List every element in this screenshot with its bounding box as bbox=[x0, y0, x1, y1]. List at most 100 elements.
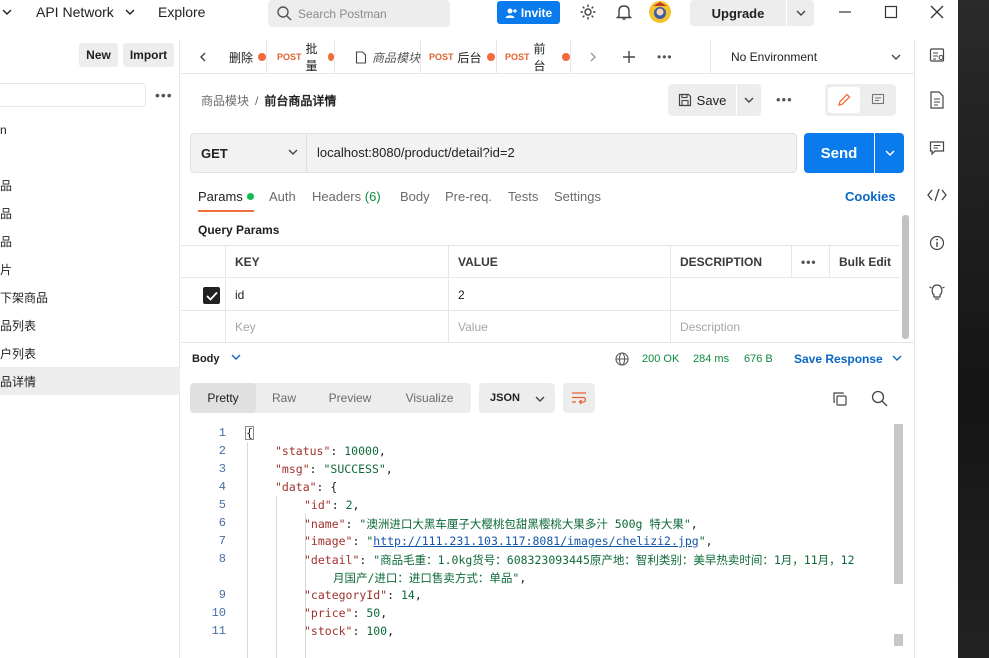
comments-icon[interactable] bbox=[929, 140, 945, 156]
info-icon[interactable] bbox=[929, 235, 945, 251]
edit-mode-button[interactable] bbox=[828, 87, 860, 113]
param-description-cell[interactable] bbox=[670, 279, 900, 311]
format-select[interactable]: JSON bbox=[479, 383, 555, 413]
tab-body[interactable]: Body bbox=[400, 189, 430, 204]
sidebar-item[interactable]: 品列表 bbox=[0, 311, 180, 339]
cookies-link[interactable]: Cookies bbox=[845, 189, 896, 204]
json-colon: : bbox=[352, 606, 367, 620]
upgrade-dropdown[interactable] bbox=[787, 0, 814, 26]
sidebar-item[interactable]: 片 bbox=[0, 255, 180, 283]
tab-params[interactable]: Params bbox=[198, 189, 254, 204]
unsaved-dot bbox=[486, 53, 495, 61]
code-icon[interactable] bbox=[927, 188, 947, 202]
param-enabled-checkbox[interactable] bbox=[203, 287, 220, 304]
gear-icon[interactable] bbox=[579, 3, 597, 21]
import-button[interactable]: Import bbox=[123, 43, 174, 67]
lightbulb-icon[interactable] bbox=[929, 283, 945, 301]
sidebar-item[interactable]: 品 bbox=[0, 171, 180, 199]
sidebar-item[interactable]: 品 bbox=[0, 199, 180, 227]
code-line: "data": { bbox=[275, 480, 337, 494]
plus-icon[interactable] bbox=[622, 50, 636, 64]
request-pane-scrollbar[interactable] bbox=[902, 215, 909, 339]
breadcrumb-parent[interactable]: 商品模块 bbox=[201, 94, 249, 108]
tab-raw[interactable]: Raw bbox=[256, 383, 312, 413]
documentation-icon[interactable] bbox=[929, 91, 945, 109]
save-response-button[interactable]: Save Response bbox=[794, 352, 902, 366]
tab-preview[interactable]: Preview bbox=[312, 383, 388, 413]
avatar-icon[interactable] bbox=[648, 0, 672, 24]
chevron-left-icon[interactable] bbox=[199, 52, 207, 62]
tab-method: POST bbox=[277, 52, 302, 62]
tab-pretty[interactable]: Pretty bbox=[190, 383, 256, 413]
url-input[interactable]: localhost:8080/product/detail?id=2 bbox=[317, 145, 515, 160]
chevron-down-icon[interactable] bbox=[2, 8, 12, 16]
chevron-down-icon[interactable] bbox=[125, 8, 135, 16]
param-value-cell[interactable]: 2 bbox=[448, 279, 670, 311]
invite-button[interactable]: Invite bbox=[497, 1, 560, 24]
response-scrollbar[interactable] bbox=[894, 424, 903, 584]
key-placeholder[interactable]: Key bbox=[225, 311, 449, 343]
tab-label: 后台 bbox=[457, 50, 482, 65]
sidebar-item[interactable]: 品 bbox=[0, 227, 180, 255]
tab-auth[interactable]: Auth bbox=[269, 189, 296, 204]
globe-icon[interactable] bbox=[615, 352, 629, 366]
tabs-more-icon[interactable]: ••• bbox=[657, 50, 673, 64]
sidebar-item[interactable]: n bbox=[0, 116, 180, 144]
sidebar-item[interactable]: 户列表 bbox=[0, 339, 180, 367]
bell-icon[interactable] bbox=[616, 3, 632, 21]
description-placeholder[interactable]: Description bbox=[670, 311, 900, 343]
tab-visualize[interactable]: Visualize bbox=[388, 383, 471, 413]
search-box[interactable]: Search Postman bbox=[268, 0, 450, 27]
minimize-icon[interactable] bbox=[837, 4, 853, 20]
tab-settings[interactable]: Settings bbox=[554, 189, 601, 204]
chevron-down-icon bbox=[288, 149, 298, 155]
bulk-edit-link[interactable]: Bulk Edit bbox=[829, 246, 900, 278]
environment-selector[interactable]: No Environment bbox=[710, 40, 915, 74]
tab-tests[interactable]: Tests bbox=[508, 189, 538, 204]
json-key: "name" bbox=[304, 517, 346, 531]
table-row: id 2 bbox=[181, 279, 900, 311]
explore-link[interactable]: Explore bbox=[158, 4, 205, 20]
response-body-code[interactable]: 1 {2 "status": 10000, 3 "msg": "SUCCESS", 4 "d… bbox=[190, 424, 895, 658]
tab-item[interactable]: 删除 bbox=[217, 40, 267, 74]
tab-params-label: Params bbox=[198, 189, 243, 204]
sidebar-item-active[interactable]: 品详情 bbox=[0, 367, 180, 395]
save-button[interactable]: Save bbox=[668, 84, 736, 116]
doc-mode-button[interactable] bbox=[863, 87, 893, 113]
response-body-select[interactable]: Body bbox=[192, 353, 241, 365]
tab-method: POST bbox=[429, 52, 454, 62]
search-icon[interactable] bbox=[871, 390, 888, 407]
breadcrumb-current[interactable]: 前台商品详情 bbox=[264, 94, 336, 108]
chevron-down-icon bbox=[231, 354, 241, 360]
column-options-icon[interactable]: ••• bbox=[791, 246, 829, 278]
value-placeholder[interactable]: Value bbox=[448, 311, 670, 343]
tab-headers[interactable]: Headers (6) bbox=[312, 189, 381, 204]
send-button[interactable]: Send bbox=[804, 133, 874, 173]
tab-item[interactable]: POST 后台 bbox=[421, 40, 497, 74]
chevron-right-icon[interactable] bbox=[589, 52, 597, 62]
send-dropdown[interactable] bbox=[875, 133, 904, 173]
sidebar-filter-input[interactable] bbox=[0, 83, 146, 107]
tab-prereq[interactable]: Pre-req. bbox=[445, 189, 492, 204]
tab-item[interactable]: POST 批量 bbox=[267, 40, 335, 74]
save-dropdown[interactable] bbox=[737, 84, 761, 116]
json-url-link[interactable]: http://111.231.103.117:8081/images/cheli… bbox=[373, 534, 698, 548]
new-button[interactable]: New bbox=[79, 43, 118, 67]
tab-item[interactable]: 商品模块 bbox=[335, 40, 421, 74]
maximize-icon[interactable] bbox=[883, 4, 899, 20]
wrap-lines-button[interactable] bbox=[563, 383, 595, 413]
method-select[interactable]: GET bbox=[191, 134, 307, 172]
comment-doc-icon bbox=[871, 93, 885, 105]
more-actions-icon[interactable]: ••• bbox=[776, 92, 793, 107]
close-icon[interactable] bbox=[929, 4, 945, 20]
environment-quick-look-icon[interactable] bbox=[929, 47, 945, 63]
indent-guide bbox=[247, 442, 248, 658]
upgrade-button[interactable]: Upgrade bbox=[690, 0, 786, 26]
sidebar-more-icon[interactable]: ••• bbox=[155, 87, 173, 103]
tab-item[interactable]: POST 前台 bbox=[497, 40, 571, 74]
copy-icon[interactable] bbox=[832, 391, 848, 407]
api-network-menu[interactable]: API Network bbox=[36, 4, 114, 20]
param-key-cell[interactable]: id bbox=[225, 279, 449, 311]
line-number: 10 bbox=[211, 606, 226, 620]
sidebar-item[interactable]: 下架商品 bbox=[0, 283, 180, 311]
